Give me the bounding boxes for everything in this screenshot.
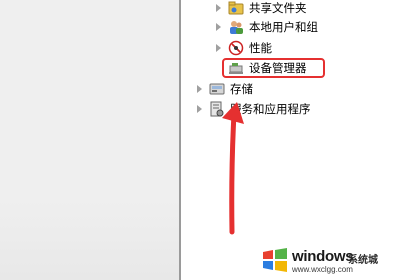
annotation-arrow bbox=[222, 102, 244, 235]
windows-logo-icon bbox=[263, 248, 287, 272]
watermark-sub: 系统城 bbox=[348, 255, 378, 266]
watermark: windows 系统城 www.wxclgg.com bbox=[258, 246, 398, 276]
watermark-brand: windows bbox=[292, 248, 354, 265]
watermark-url: www.wxclgg.com bbox=[292, 265, 353, 274]
